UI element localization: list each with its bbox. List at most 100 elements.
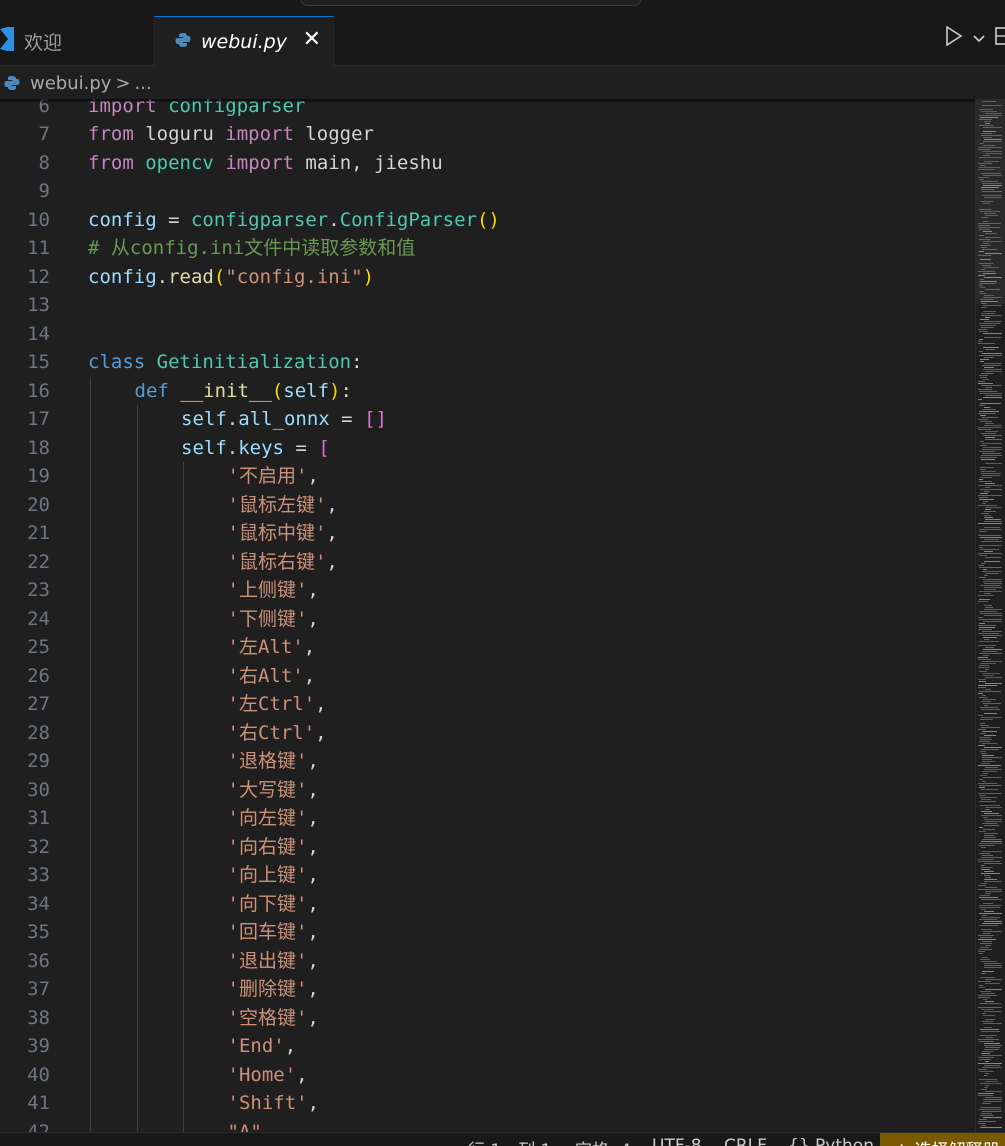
code-line[interactable]: 42 "A", (0, 1117, 975, 1132)
minimap-line (983, 185, 1002, 186)
code-text: '鼠标左键', (228, 491, 338, 520)
code-line[interactable]: 33 '向上键', (0, 861, 975, 890)
minimap-line (982, 475, 1000, 476)
code-line[interactable]: 8 from opencv import main, jieshu (0, 149, 975, 178)
code-text: class Getinitialization: (88, 348, 363, 377)
code-line[interactable]: 21 '鼠标中键', (0, 519, 975, 548)
line-number: 23 (27, 579, 50, 601)
minimap-line (982, 635, 1002, 636)
minimap[interactable] (975, 99, 1005, 1132)
minimap-line (985, 647, 994, 648)
code-line[interactable]: 34 '向下键', (0, 889, 975, 918)
code-line[interactable]: 17 self.all_onnx = [] (0, 405, 975, 434)
code-line[interactable]: 39 'End', (0, 1032, 975, 1061)
breadcrumb-file[interactable]: webui.py (30, 73, 111, 94)
code-line[interactable]: 20 '鼠标左键', (0, 490, 975, 520)
minimap-line (983, 675, 994, 676)
indent-guide (136, 804, 138, 833)
code-line[interactable]: 10 config = configparser.ConfigParser() (0, 206, 975, 235)
code-line[interactable]: 18 self.keys = [ (0, 433, 975, 462)
code-line[interactable]: 29 '退格键', (0, 747, 975, 776)
status-indentation[interactable]: 空格: 4 (575, 1136, 631, 1146)
minimap-line (983, 155, 990, 156)
code-line[interactable]: 37 '删除键', (0, 975, 975, 1004)
minimap-line (980, 549, 999, 550)
tab-welcome[interactable]: 欢迎 (0, 16, 152, 66)
code-line[interactable]: 36 '退出键', (0, 946, 975, 975)
code-line[interactable]: 14 (0, 320, 975, 349)
code-line[interactable]: 30 '大写键', (0, 775, 975, 804)
minimap-line (979, 115, 1002, 116)
minimap-line (984, 705, 988, 706)
line-number: 14 (27, 322, 50, 345)
minimap-line (985, 887, 997, 888)
code-line[interactable]: 26 '右Alt', (0, 661, 975, 691)
close-icon[interactable]: ✕ (303, 29, 321, 51)
status-cursor-position[interactable]: 行 1，列 1 (468, 1136, 551, 1146)
minimap-line (984, 605, 992, 606)
code-line[interactable]: 23 '上侧键', (0, 576, 975, 605)
minimap-line (981, 701, 991, 702)
split-editor-icon[interactable] (995, 26, 1005, 50)
minimap-line (979, 263, 993, 264)
code-line[interactable]: 38 '空格键', (0, 1003, 975, 1032)
chevron-down-icon[interactable] (973, 29, 985, 48)
code-token: , (307, 1092, 320, 1114)
minimap-line (979, 611, 997, 612)
code-line[interactable]: 13 (0, 291, 975, 320)
minimap-line (984, 515, 991, 516)
minimap-line (979, 599, 990, 600)
minimap-line (985, 573, 999, 574)
tab-webui-py[interactable]: webui.py ✕ (154, 16, 334, 67)
code-line[interactable]: 32 '向右键', (0, 832, 975, 861)
status-language[interactable]: {} Python (788, 1136, 874, 1146)
code-token: '空格键' (227, 1006, 308, 1029)
code-line[interactable]: 35 '回车键', (0, 918, 975, 947)
indent-guide (183, 918, 184, 947)
minimap-line (979, 1059, 991, 1060)
minimap-line (983, 231, 992, 232)
code-editor[interactable]: 6 import configparser 7 from loguru import … (0, 99, 975, 1132)
code-line[interactable]: 7 from loguru import logger (0, 120, 975, 149)
code-text: 'Home', (228, 1061, 308, 1090)
code-line[interactable]: 28 '右Ctrl', (0, 718, 975, 747)
code-line[interactable]: 11 # 从config.ini文件中读取参数和值 (0, 234, 975, 263)
minimap-line (984, 871, 994, 872)
code-line[interactable]: 22 '鼠标右键', (0, 547, 975, 576)
indent-guide (183, 576, 184, 605)
select-interpreter-button[interactable]: ⚠ 选择解释器 (880, 1133, 1005, 1146)
code-line[interactable]: 16 def __init__(self): (0, 376, 975, 405)
code-line[interactable]: 40 'Home', (0, 1060, 975, 1090)
code-text: config.read("config.ini") (88, 263, 374, 292)
minimap-line (980, 1035, 997, 1036)
code-line[interactable]: 19 '不启用', (0, 462, 975, 491)
code-text: '鼠标中键', (228, 519, 338, 548)
code-line[interactable]: 9 (0, 177, 975, 206)
minimap-line (985, 371, 1002, 372)
status-eol[interactable]: CRLF (724, 1136, 767, 1146)
code-line[interactable]: 25 '左Alt', (0, 633, 975, 662)
line-number: 26 (27, 664, 50, 687)
minimap-line (979, 251, 984, 252)
run-icon[interactable] (945, 25, 963, 50)
code-line[interactable]: 27 '左Ctrl', (0, 690, 975, 719)
minimap-line (984, 837, 996, 838)
code-line[interactable]: 31 '向左键', (0, 804, 975, 833)
breadcrumb-symbols[interactable]: ... (135, 73, 152, 94)
code-line[interactable]: 41 'Shift', (0, 1089, 975, 1118)
code-line[interactable]: 12 config.read("config.ini") (0, 263, 975, 292)
vscode-icon (0, 25, 14, 55)
minimap-line (980, 977, 995, 978)
code-line[interactable]: 24 '下侧键', (0, 604, 975, 633)
minimap-line (981, 811, 992, 812)
status-encoding[interactable]: UTF-8 (652, 1136, 702, 1146)
minimap-line (985, 1001, 994, 1002)
minimap-line (984, 539, 999, 540)
minimap-line (978, 523, 1002, 524)
code-line[interactable]: 15 class Getinitialization: (0, 348, 975, 377)
command-center-search[interactable] (300, 0, 642, 6)
indent-guide (90, 889, 91, 918)
code-text: '右Alt', (228, 662, 316, 691)
minimap-line (985, 483, 995, 484)
